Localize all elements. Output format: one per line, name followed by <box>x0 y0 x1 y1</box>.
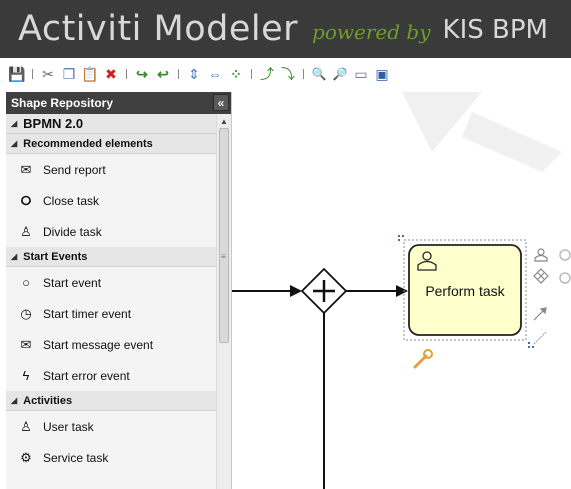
group-start-events[interactable]: ◢ Start Events <box>6 247 217 267</box>
toolbar-separator <box>251 69 252 79</box>
group-bpmn[interactable]: ◢ BPMN 2.0 <box>6 114 217 134</box>
group-recommended[interactable]: ◢ Recommended elements <box>6 134 217 154</box>
align-vertical-icon[interactable]: ⇕ <box>185 65 203 83</box>
shape-repository-header: Shape Repository « <box>6 92 231 114</box>
shape-item-service-task[interactable]: ⚙ Service task <box>6 442 217 473</box>
arrowhead-icon <box>290 285 302 297</box>
modeler-window: Activiti Modeler powered by KIS BPM 💾 ✂ … <box>0 0 571 489</box>
shape-item-close-task[interactable]: ⭘ Close task <box>6 185 217 216</box>
group-label: Activities <box>23 394 73 407</box>
shape-list: ◢ BPMN 2.0 ◢ Recommended elements ✉ Send… <box>6 114 231 489</box>
toolbar-separator <box>178 69 179 79</box>
paste-icon[interactable]: 📋 <box>81 65 99 83</box>
watermark-logo <box>402 92 562 172</box>
toolbar-separator <box>303 69 304 79</box>
same-size-icon[interactable]: ⁘ <box>227 65 245 83</box>
expand-triangle-icon: ◢ <box>11 119 18 128</box>
powered-by-text: powered by <box>312 20 431 44</box>
dock-out-icon[interactable]: ⤵ <box>279 65 297 83</box>
start-event-icon: ○ <box>22 275 30 290</box>
message-event-icon: ✉ <box>20 336 32 352</box>
quick-end-event-icon[interactable] <box>559 249 571 261</box>
cut-icon[interactable]: ✂ <box>39 65 57 83</box>
shape-item-label: Service task <box>43 450 109 465</box>
group-label: Recommended elements <box>23 137 153 150</box>
app-header: Activiti Modeler powered by KIS BPM <box>0 0 571 58</box>
undo-icon[interactable]: ↩ <box>154 65 172 83</box>
brand-name: KIS BPM <box>442 15 548 45</box>
dock-in-icon[interactable]: ⤴ <box>258 65 276 83</box>
service-task-icon: ⚙ <box>20 449 32 465</box>
quick-connector-icon[interactable] <box>533 307 547 321</box>
task-label: Perform task <box>425 283 505 299</box>
collapse-panel-button[interactable]: « <box>213 94 229 111</box>
zoom-fit-icon[interactable]: ▣ <box>373 65 391 83</box>
group-activities[interactable]: ◢ Activities <box>6 391 217 411</box>
shape-item-label: Start event <box>43 275 102 290</box>
zoom-in-icon[interactable]: 🔍 <box>310 65 328 83</box>
parallel-gateway[interactable] <box>300 267 348 315</box>
scrollbar-thumb[interactable] <box>219 128 229 343</box>
redo-icon[interactable]: ↪ <box>133 65 151 83</box>
shape-repository-panel: Shape Repository « ◢ BPMN 2.0 ◢ Recommen… <box>6 92 232 489</box>
expand-triangle-icon: ◢ <box>11 252 18 261</box>
user-task-icon: ♙ <box>20 223 32 239</box>
zoom-out-icon[interactable]: 🔎 <box>331 65 349 83</box>
shape-item-start-message-event[interactable]: ✉ Start message event <box>6 329 217 360</box>
resize-handle-bottom-right[interactable] <box>528 342 534 348</box>
toolbar-separator <box>32 69 33 79</box>
arrowhead-icon <box>396 285 408 297</box>
shape-item-label: Send report <box>43 162 106 177</box>
toolbar: 💾 ✂ ❐ 📋 ✖ ↪ ↩ ⇕ ⇔ ⁘ ⤴ ⤵ 🔍 🔎 ▭ ▣ <box>0 58 571 90</box>
timer-event-icon: ◷ <box>20 305 32 321</box>
zoom-actual-icon[interactable]: ▭ <box>352 65 370 83</box>
quick-user-task-icon[interactable] <box>534 248 548 262</box>
shape-item-user-task[interactable]: ♙ User task <box>6 411 217 442</box>
resize-handle-top-left[interactable] <box>398 235 404 241</box>
quick-association-icon[interactable] <box>533 331 547 345</box>
shape-item-label: Close task <box>43 193 100 208</box>
shape-repository-title: Shape Repository <box>11 96 114 110</box>
shape-item-label: Start timer event <box>43 306 132 321</box>
shape-item-send-report[interactable]: ✉ Send report <box>6 154 217 185</box>
toolbar-separator <box>126 69 127 79</box>
quick-gateway-icon[interactable] <box>533 268 549 284</box>
shape-item-start-timer-event[interactable]: ◷ Start timer event <box>6 298 217 329</box>
shape-item-start-event[interactable]: ○ Start event <box>6 267 217 298</box>
error-event-icon: ϟ <box>22 368 30 383</box>
user-task-icon: ♙ <box>20 418 32 434</box>
align-horizontal-icon[interactable]: ⇔ <box>206 65 224 83</box>
shape-item-label: Start message event <box>43 337 154 352</box>
quick-intermediate-event-icon[interactable] <box>559 272 571 284</box>
diagram-svg: Perform task <box>232 92 571 489</box>
delete-icon[interactable]: ✖ <box>102 65 120 83</box>
save-icon[interactable]: 💾 <box>8 65 26 83</box>
shape-item-label: Divide task <box>43 224 102 239</box>
group-label: BPMN 2.0 <box>23 116 84 131</box>
scroll-grip-icon: ≡ <box>221 252 226 261</box>
copy-icon[interactable]: ❐ <box>60 65 78 83</box>
end-event-icon: ⭘ <box>20 192 32 208</box>
wrench-icon[interactable] <box>413 349 433 369</box>
expand-triangle-icon: ◢ <box>11 139 18 148</box>
expand-triangle-icon: ◢ <box>11 396 18 405</box>
sidebar-scrollbar[interactable]: ▲ ≡ <box>216 114 231 489</box>
app-title: Activiti Modeler <box>18 9 299 49</box>
envelope-icon: ✉ <box>20 161 32 177</box>
scroll-up-icon[interactable]: ▲ <box>220 117 228 126</box>
shape-item-start-error-event[interactable]: ϟ Start error event <box>6 360 217 391</box>
shape-item-label: Start error event <box>43 368 130 383</box>
diagram-canvas[interactable]: Perform task <box>232 92 571 489</box>
shape-item-divide-task[interactable]: ♙ Divide task <box>6 216 217 247</box>
shape-item-label: User task <box>43 419 94 434</box>
group-label: Start Events <box>23 250 88 263</box>
